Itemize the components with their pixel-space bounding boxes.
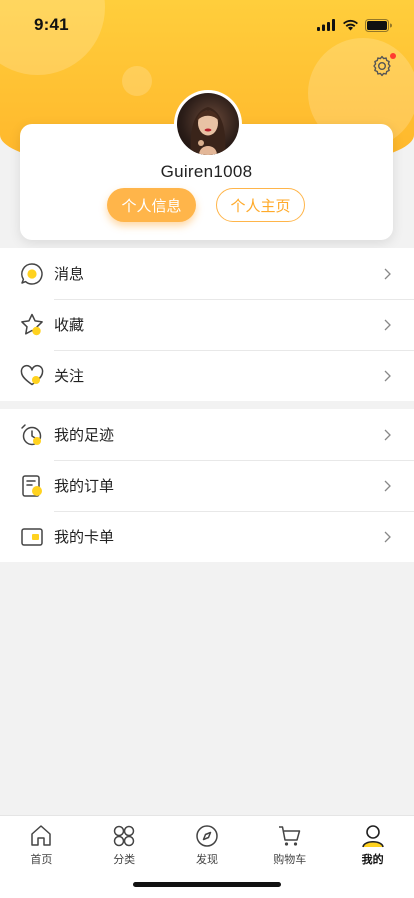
message-icon	[21, 262, 43, 285]
notification-dot	[390, 53, 396, 59]
username: Guiren1008	[160, 162, 253, 181]
personal-info-button[interactable]: 个人信息	[107, 188, 196, 222]
chevron-right-icon	[384, 370, 391, 381]
menu-item-orders[interactable]: 我的订单	[0, 460, 414, 511]
menu-item-cards[interactable]: 我的卡单	[0, 511, 414, 562]
menu-item-favorites[interactable]: 收藏	[0, 299, 414, 350]
tab-home[interactable]: 首页	[0, 816, 83, 898]
signal-icon	[317, 19, 335, 31]
avatar[interactable]	[174, 90, 242, 158]
menu-label: 我的卡单	[54, 529, 115, 546]
tab-label: 我的	[361, 854, 384, 866]
compass-icon	[196, 825, 218, 847]
status-time: 9:41	[34, 15, 69, 34]
menu-group-social: 消息 收藏 关注	[0, 248, 414, 401]
wifi-icon	[343, 19, 358, 31]
chevron-right-icon	[384, 531, 391, 542]
battery-icon	[365, 18, 392, 32]
heart-icon	[20, 364, 44, 385]
user-icon	[361, 825, 384, 848]
personal-homepage-button[interactable]: 个人主页	[216, 188, 305, 222]
settings-button[interactable]	[369, 53, 396, 79]
status-bar: 9:41	[0, 0, 414, 50]
chevron-right-icon	[384, 480, 391, 491]
menu-item-messages[interactable]: 消息	[0, 248, 414, 299]
status-icons	[317, 18, 392, 32]
home-icon	[31, 825, 52, 846]
tab-mine[interactable]: 我的	[331, 816, 414, 898]
order-icon	[22, 474, 42, 497]
menu-group-orders: 我的足迹 我的订单 我的卡单	[0, 409, 414, 562]
chevron-right-icon	[384, 268, 391, 279]
menu-label: 关注	[54, 368, 85, 385]
cart-icon	[278, 826, 301, 846]
tab-label: 分类	[113, 854, 136, 866]
menu-label: 我的足迹	[54, 427, 115, 444]
tab-label: 发现	[195, 854, 218, 866]
home-indicator	[133, 882, 281, 887]
menu-item-follows[interactable]: 关注	[0, 350, 414, 401]
menu-item-footprint[interactable]: 我的足迹	[0, 409, 414, 460]
category-icon	[113, 825, 135, 847]
star-icon	[21, 313, 43, 335]
tab-label: 首页	[30, 854, 53, 866]
menu-label: 我的订单	[54, 478, 115, 495]
avatar-image	[177, 93, 239, 155]
menu-label: 收藏	[54, 317, 85, 334]
chevron-right-icon	[384, 429, 391, 440]
tab-label: 购物车	[273, 854, 307, 866]
footprint-icon	[21, 423, 42, 445]
chevron-right-icon	[384, 319, 391, 330]
card-icon	[21, 527, 43, 546]
menu-label: 消息	[54, 266, 85, 283]
